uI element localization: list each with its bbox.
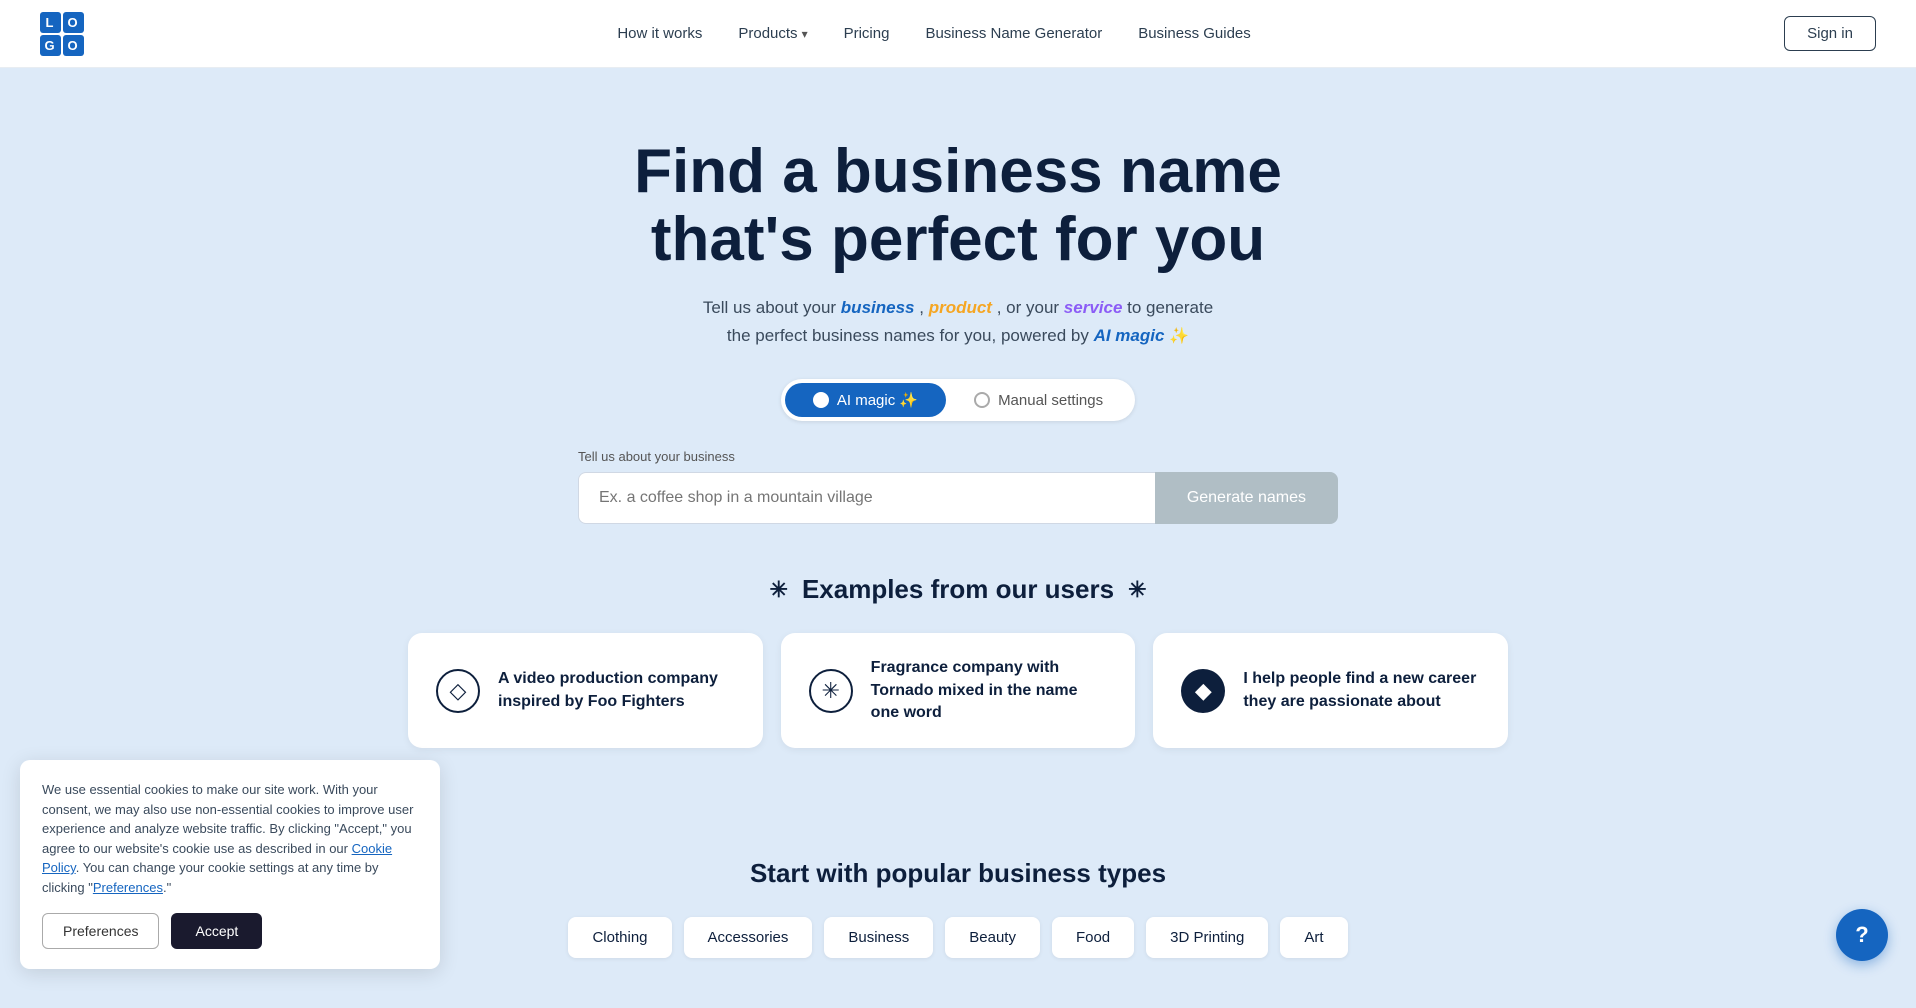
hero-subtitle: Tell us about your business , product , …	[703, 294, 1213, 349]
subtitle-highlight-product: product	[929, 298, 992, 317]
business-types-title: Start with popular business types	[750, 858, 1166, 889]
preferences-inline-link[interactable]: Preferences	[93, 880, 163, 895]
pill-3d-printing[interactable]: 3D Printing	[1146, 917, 1268, 958]
pill-accessories[interactable]: Accessories	[684, 917, 813, 958]
toggle-manual-radio	[974, 392, 990, 408]
card-3-icon: ◆	[1181, 669, 1225, 713]
toggle-manual[interactable]: Manual settings	[946, 383, 1131, 417]
nav-pricing[interactable]: Pricing	[844, 25, 890, 42]
toggle-manual-label: Manual settings	[998, 392, 1103, 409]
nav-business-name-generator[interactable]: Business Name Generator	[925, 25, 1102, 42]
subtitle-text-1: Tell us about your	[703, 298, 841, 317]
card-1-icon: ◇	[436, 669, 480, 713]
subtitle-text-3: to generate	[1127, 298, 1213, 317]
navbar-actions: Sign in	[1784, 16, 1876, 51]
generate-names-button[interactable]: Generate names	[1155, 472, 1338, 524]
help-button[interactable]: ?	[1836, 909, 1888, 961]
examples-title-text: Examples from our users	[802, 574, 1114, 605]
nav-business-guides[interactable]: Business Guides	[1138, 25, 1251, 42]
cookie-banner: We use essential cookies to make our sit…	[20, 760, 440, 969]
sparkle-icon: ✨	[1169, 328, 1189, 345]
business-input-row: Generate names	[578, 472, 1338, 524]
pill-business[interactable]: Business	[824, 917, 933, 958]
card-3-text: I help people find a new career they are…	[1243, 668, 1480, 713]
card-2-text: Fragrance company with Tornado mixed in …	[871, 657, 1108, 724]
example-card-1[interactable]: ◇ A video production company inspired by…	[408, 633, 763, 748]
sign-in-button[interactable]: Sign in	[1784, 16, 1876, 51]
business-type-pills: Clothing Accessories Business Beauty Foo…	[568, 917, 1347, 958]
logo[interactable]: L O G O	[40, 12, 84, 56]
toggle-ai-radio	[813, 392, 829, 408]
card-1-text: A video production company inspired by F…	[498, 668, 735, 713]
asterisk-left: ✳	[770, 577, 788, 603]
pill-food[interactable]: Food	[1052, 917, 1134, 958]
subtitle-highlight-business: business	[841, 298, 915, 317]
subtitle-highlight-service: service	[1064, 298, 1123, 317]
card-2-icon: ✳	[809, 669, 853, 713]
pill-clothing[interactable]: Clothing	[568, 917, 671, 958]
toggle-ai-label: AI magic ✨	[837, 391, 918, 409]
pill-art[interactable]: Art	[1280, 917, 1347, 958]
example-card-3[interactable]: ◆ I help people find a new career they a…	[1153, 633, 1508, 748]
subtitle-text-4: the perfect business names for you, powe…	[727, 326, 1094, 345]
pill-beauty[interactable]: Beauty	[945, 917, 1040, 958]
subtitle-text-2: , or your	[997, 298, 1064, 317]
preferences-button[interactable]: Preferences	[42, 913, 159, 949]
input-label: Tell us about your business	[578, 449, 1338, 464]
example-card-2[interactable]: ✳ Fragrance company with Tornado mixed i…	[781, 633, 1136, 748]
cookie-buttons: Preferences Accept	[42, 913, 418, 949]
cookie-text: We use essential cookies to make our sit…	[42, 780, 418, 897]
asterisk-right: ✳	[1128, 577, 1146, 603]
mode-toggle: AI magic ✨ Manual settings	[781, 379, 1135, 421]
subtitle-comma-1: ,	[919, 298, 928, 317]
nav-how-it-works[interactable]: How it works	[617, 25, 702, 42]
nav-links: How it works Products Pricing Business N…	[617, 25, 1250, 42]
hero-section: Find a business name that's perfect for …	[0, 68, 1916, 808]
examples-title: ✳ Examples from our users ✳	[408, 574, 1508, 605]
accept-button[interactable]: Accept	[171, 913, 262, 949]
examples-section: ✳ Examples from our users ✳ ◇ A video pr…	[408, 574, 1508, 748]
nav-products[interactable]: Products	[738, 25, 807, 42]
subtitle-highlight-ai: AI magic	[1094, 326, 1165, 345]
cookie-policy-link[interactable]: Cookie Policy	[42, 841, 392, 876]
toggle-ai-magic[interactable]: AI magic ✨	[785, 383, 946, 417]
business-input[interactable]	[578, 472, 1155, 524]
navbar: L O G O How it works Products Pricing Bu…	[0, 0, 1916, 68]
examples-cards: ◇ A video production company inspired by…	[408, 633, 1508, 748]
hero-title: Find a business name that's perfect for …	[558, 138, 1358, 274]
